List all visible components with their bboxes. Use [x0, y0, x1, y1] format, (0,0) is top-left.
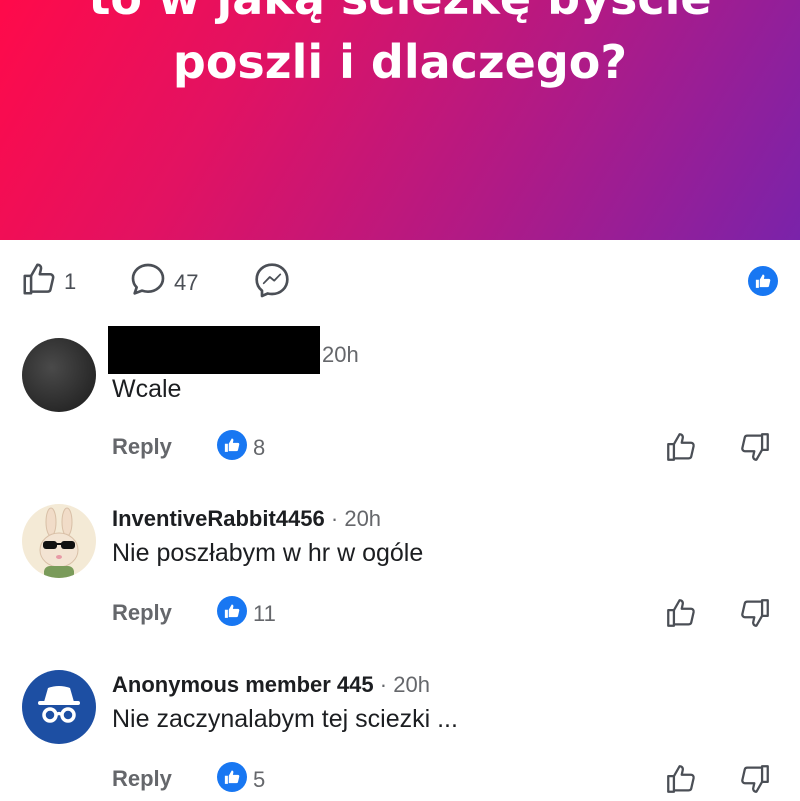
- thumbs-down-icon: [741, 765, 769, 793]
- blue-like-icon: [217, 430, 247, 465]
- thumbs-down-icon: [741, 433, 769, 461]
- post-comment-button[interactable]: 47: [128, 260, 198, 305]
- comment-text: Wcale: [112, 375, 182, 403]
- post-like-button[interactable]: 1: [20, 260, 76, 303]
- post-action-bar: 1 47: [0, 250, 800, 312]
- comment-meta: Anonymous member 445 · 20h: [112, 672, 430, 698]
- blue-like-icon: [748, 266, 778, 301]
- like-count: 8: [253, 434, 266, 460]
- reply-button[interactable]: Reply: [112, 434, 172, 460]
- downvote-button[interactable]: [738, 762, 772, 801]
- comment-time: 20h: [322, 342, 359, 367]
- meta-separator: ·: [330, 506, 339, 531]
- comment-meta: InventiveRabbit4456 · 20h: [112, 506, 381, 532]
- comment-actions: Reply 5: [0, 760, 800, 800]
- thumbs-up-icon: [667, 599, 695, 627]
- comment-time: 20h: [393, 672, 430, 697]
- messenger-share-button[interactable]: [252, 260, 292, 305]
- comment-like-count: 11: [217, 596, 276, 631]
- thumbs-up-icon: [20, 260, 58, 303]
- thumbs-down-icon: [741, 599, 769, 627]
- incognito-icon: [38, 686, 80, 723]
- meta-separator: ·: [379, 672, 388, 697]
- upvote-button[interactable]: [664, 430, 698, 469]
- messenger-icon: [252, 260, 292, 305]
- comment-text: Nie zaczynalabym tej sciezki ...: [112, 705, 458, 733]
- banner-title: poszli i dlaczego?: [172, 35, 628, 89]
- rabbit-avatar[interactable]: [22, 504, 96, 578]
- thumbs-up-icon: [667, 433, 695, 461]
- blue-like-icon: [217, 762, 247, 797]
- comment-author[interactable]: InventiveRabbit4456: [112, 506, 325, 531]
- comment-like-count: 8: [217, 430, 265, 465]
- comment-text: Nie poszłabym w hr w ogóle: [112, 539, 424, 567]
- upvote-button[interactable]: [664, 762, 698, 801]
- post-like-count: 1: [64, 268, 77, 294]
- post-banner: to w jaką ścieżkę byście poszli i dlacze…: [0, 0, 800, 240]
- comment-author[interactable]: Anonymous member 445: [112, 672, 374, 697]
- comment-actions: Reply 11: [0, 594, 800, 634]
- like-count: 11: [253, 600, 276, 626]
- comment-actions: Reply 8: [0, 428, 800, 468]
- banner-title-cut: to w jaką ścieżkę byście: [0, 0, 800, 26]
- reply-button[interactable]: Reply: [112, 766, 172, 792]
- thumbs-up-icon: [667, 765, 695, 793]
- downvote-button[interactable]: [738, 596, 772, 635]
- upvote-button[interactable]: [664, 596, 698, 635]
- blue-like-icon: [217, 596, 247, 631]
- downvote-button[interactable]: [738, 430, 772, 469]
- avatar[interactable]: [22, 670, 96, 744]
- like-count: 5: [253, 766, 266, 792]
- post-comment-count: 47: [174, 269, 199, 295]
- comment-time: 20h: [344, 506, 382, 531]
- reply-button[interactable]: Reply: [112, 600, 172, 626]
- redacted-name: [108, 326, 320, 374]
- avatar[interactable]: [22, 338, 96, 412]
- comment-like-count: 5: [217, 762, 265, 797]
- comment-bubble-icon: [128, 260, 168, 305]
